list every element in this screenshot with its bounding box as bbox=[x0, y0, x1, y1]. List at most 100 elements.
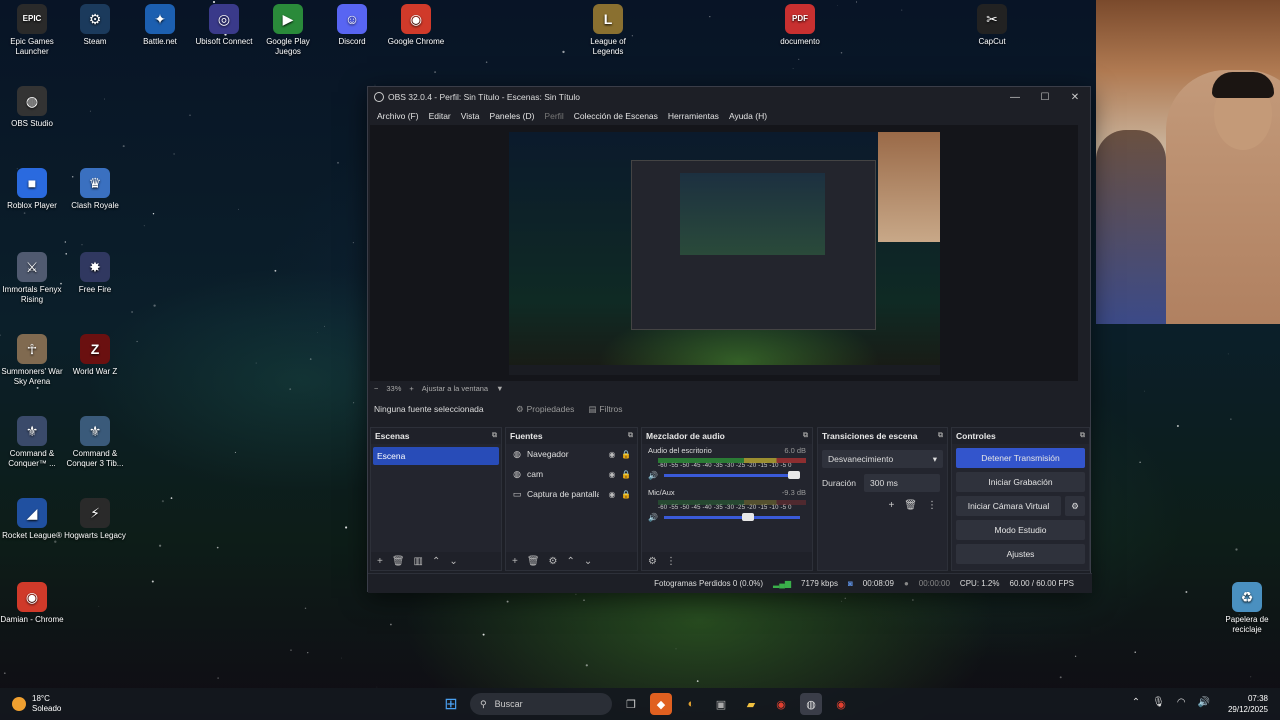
desktop-shortcut[interactable]: ⚡ Hogwarts Legacy bbox=[63, 498, 127, 541]
title-bar[interactable]: OBS 32.0.4 - Perfil: Sin Título - Escena… bbox=[368, 87, 1090, 107]
studio-mode-button[interactable]: Modo Estudio bbox=[956, 520, 1085, 540]
wifi-icon[interactable]: ◠ bbox=[1177, 697, 1186, 708]
speaker-icon[interactable]: 🔊 bbox=[648, 513, 660, 522]
scene-filters-button[interactable]: ▥ bbox=[414, 556, 423, 567]
clock[interactable]: 07:38 29/12/2025 bbox=[1228, 693, 1268, 715]
lock-icon[interactable]: 🔒 bbox=[619, 450, 633, 459]
zoom-out-button[interactable]: − bbox=[374, 384, 378, 393]
add-source-button[interactable]: + bbox=[512, 556, 518, 567]
desktop-shortcut[interactable]: ⚔ Immortals Fenyx Rising bbox=[0, 252, 64, 305]
filters-button[interactable]: ▤ Filtros bbox=[588, 404, 622, 415]
advanced-audio-icon[interactable]: ⚙ bbox=[648, 556, 657, 567]
file-explorer-icon[interactable]: ▰ bbox=[740, 693, 762, 715]
start-button-icon[interactable]: ⊞ bbox=[440, 693, 462, 715]
desktop-shortcut[interactable]: ✸ Free Fire bbox=[63, 252, 127, 295]
lock-icon[interactable]: 🔒 bbox=[619, 490, 633, 499]
taskbar-app-icon[interactable]: ◐ bbox=[680, 693, 702, 715]
visibility-eye-icon[interactable]: ◉ bbox=[605, 450, 619, 459]
scene-item[interactable]: Escena bbox=[373, 447, 499, 465]
microphone-icon[interactable]: 🎙 bbox=[1152, 697, 1165, 708]
add-scene-button[interactable]: + bbox=[377, 556, 383, 567]
start-virtual-cam-button[interactable]: Iniciar Cámara Virtual bbox=[956, 496, 1061, 516]
menu-coleccion[interactable]: Colección de Escenas bbox=[569, 111, 663, 121]
move-down-button[interactable]: ⌄ bbox=[449, 556, 457, 567]
weather-widget[interactable]: 18°C Soleado bbox=[12, 694, 61, 714]
remove-transition-button[interactable]: 🗑 bbox=[904, 500, 917, 511]
start-recording-button[interactable]: Iniciar Grabación bbox=[956, 472, 1085, 492]
desktop-shortcut[interactable]: ◎ Ubisoft Connect bbox=[192, 4, 256, 47]
fit-window-label[interactable]: Ajustar a la ventana bbox=[422, 384, 488, 393]
task-view-icon[interactable]: ❐ bbox=[620, 693, 642, 715]
source-item[interactable]: ▭ Captura de pantalla ◉ 🔒 bbox=[506, 484, 637, 504]
desktop-shortcut[interactable]: L League of Legends bbox=[576, 4, 640, 57]
desktop-shortcut[interactable]: ⚜ Command & Conquer™ ... bbox=[0, 416, 64, 469]
desktop-shortcut[interactable]: ▶ Google Play Juegos bbox=[256, 4, 320, 57]
store-icon[interactable]: ▣ bbox=[710, 693, 732, 715]
chrome-icon[interactable]: ◉ bbox=[830, 693, 852, 715]
desktop-shortcut[interactable]: ⚙ Steam bbox=[63, 4, 127, 47]
desktop-shortcut[interactable]: ⚜ Command & Conquer 3 Tib... bbox=[63, 416, 127, 469]
duration-input[interactable]: 300 ms bbox=[864, 474, 941, 492]
obs-taskbar-icon[interactable]: ◍ bbox=[800, 693, 822, 715]
lock-icon[interactable]: 🔒 bbox=[619, 470, 633, 479]
obs-window[interactable]: OBS 32.0.4 - Perfil: Sin Título - Escena… bbox=[367, 86, 1092, 593]
desktop-shortcut[interactable]: Z World War Z bbox=[63, 334, 127, 377]
chrome-icon[interactable]: ◉ bbox=[770, 693, 792, 715]
desktop-shortcut[interactable]: ☺ Discord bbox=[320, 4, 384, 47]
desktop-shortcut[interactable]: ✂ CapCut bbox=[960, 4, 1024, 47]
visibility-eye-icon[interactable]: ◉ bbox=[605, 490, 619, 499]
volume-knob[interactable] bbox=[788, 471, 800, 479]
taskbar-search[interactable]: ⚲ Buscar bbox=[470, 693, 612, 715]
desktop-shortcut[interactable]: EPIC Epic Games Launcher bbox=[0, 4, 64, 57]
desktop-shortcut[interactable]: ✦ Battle.net bbox=[128, 4, 192, 47]
volume-icon[interactable]: 🔊 bbox=[1198, 697, 1210, 708]
visibility-eye-icon[interactable]: ◉ bbox=[605, 470, 619, 479]
desktop-shortcut[interactable]: ♻ Papelera de reciclaje bbox=[1215, 582, 1279, 635]
menu-vista[interactable]: Vista bbox=[456, 111, 485, 121]
maximize-button[interactable]: ☐ bbox=[1030, 92, 1060, 103]
zoom-in-button[interactable]: + bbox=[409, 384, 413, 393]
desktop-shortcut[interactable]: ◍ OBS Studio bbox=[0, 86, 64, 129]
transition-select[interactable]: Desvanecimiento ▾ bbox=[822, 450, 943, 468]
move-down-button[interactable]: ⌄ bbox=[584, 556, 592, 567]
menu-editar[interactable]: Editar bbox=[424, 111, 456, 121]
properties-button[interactable]: ⚙ Propiedades bbox=[516, 404, 574, 415]
desktop-shortcut[interactable]: ■ Roblox Player bbox=[0, 168, 64, 211]
settings-button[interactable]: Ajustes bbox=[956, 544, 1085, 564]
undock-icon[interactable]: ⧉ bbox=[803, 432, 808, 440]
menu-ayuda[interactable]: Ayuda (H) bbox=[724, 111, 772, 121]
desktop-shortcut[interactable]: ◢ Rocket League® bbox=[0, 498, 64, 541]
volume-slider[interactable] bbox=[664, 513, 800, 521]
undock-icon[interactable]: ⧉ bbox=[492, 432, 497, 440]
undock-icon[interactable]: ⧉ bbox=[938, 432, 943, 440]
desktop-shortcut[interactable]: ◉ Damian - Chrome bbox=[0, 582, 64, 625]
add-transition-button[interactable]: + bbox=[888, 500, 894, 511]
move-up-button[interactable]: ⌃ bbox=[567, 556, 575, 567]
desktop-shortcut[interactable]: ☥ Summoners' War Sky Arena bbox=[0, 334, 64, 387]
menu-paneles[interactable]: Paneles (D) bbox=[485, 111, 540, 121]
remove-source-button[interactable]: 🗑 bbox=[527, 556, 540, 567]
source-item[interactable]: ◍ Navegador ◉ 🔒 bbox=[506, 444, 637, 464]
stop-stream-button[interactable]: Detener Transmisión bbox=[956, 448, 1085, 468]
menu-herramientas[interactable]: Herramientas bbox=[663, 111, 724, 121]
undock-icon[interactable]: ⧉ bbox=[1080, 432, 1085, 440]
virtual-cam-settings-icon[interactable]: ⚙ bbox=[1065, 496, 1085, 516]
chevron-up-icon[interactable]: ⌃ bbox=[1132, 697, 1140, 708]
desktop-shortcut[interactable]: ♛ Clash Royale bbox=[63, 168, 127, 211]
menu-perfil[interactable]: Perfil bbox=[539, 111, 568, 121]
desktop-shortcut[interactable]: ◉ Google Chrome bbox=[384, 4, 448, 47]
close-button[interactable]: ✕ bbox=[1060, 92, 1090, 103]
source-item[interactable]: ◍ cam ◉ 🔒 bbox=[506, 464, 637, 484]
move-up-button[interactable]: ⌃ bbox=[432, 556, 440, 567]
undock-icon[interactable]: ⧉ bbox=[628, 432, 633, 440]
source-settings-icon[interactable]: ⚙ bbox=[549, 556, 558, 567]
remove-scene-button[interactable]: 🗑 bbox=[392, 556, 405, 567]
volume-knob[interactable] bbox=[741, 513, 754, 521]
mixer-menu-icon[interactable]: ⋮ bbox=[666, 556, 676, 567]
zoom-dropdown-icon[interactable]: ▼ bbox=[496, 384, 503, 393]
preview-canvas[interactable] bbox=[370, 125, 1078, 381]
volume-slider[interactable] bbox=[664, 471, 800, 479]
transition-menu-icon[interactable]: ⋮ bbox=[927, 500, 937, 511]
taskbar-app-icon[interactable]: ◆ bbox=[650, 693, 672, 715]
desktop-shortcut[interactable]: PDF documento bbox=[768, 4, 832, 47]
